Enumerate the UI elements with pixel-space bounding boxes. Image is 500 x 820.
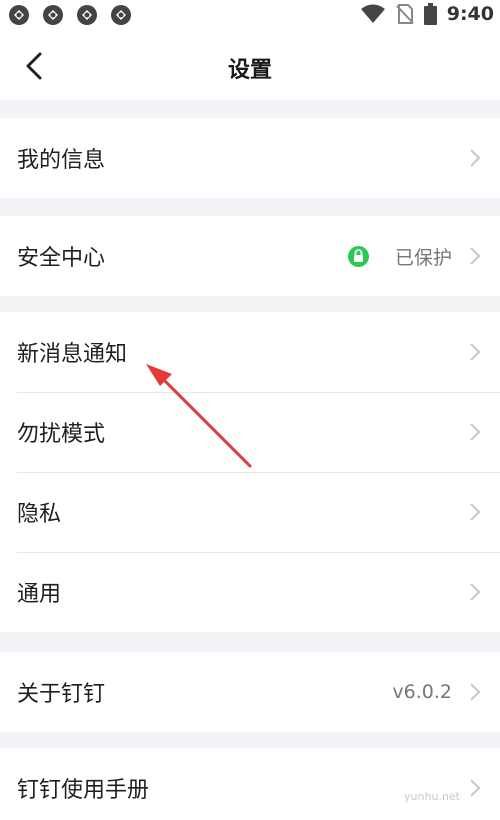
security-status: 已保护: [394, 246, 452, 269]
page-title: 设置: [227, 58, 272, 83]
nav-header: 设置: [0, 30, 500, 100]
item-label: 通用: [17, 582, 62, 607]
chevron-right-icon: [470, 779, 481, 797]
chevron-right-icon: [470, 423, 481, 441]
app-notification-icon: [111, 5, 131, 25]
item-label: 新消息通知: [17, 342, 128, 367]
system-status: 9:40: [360, 3, 494, 25]
status-bar: 9:40: [0, 0, 500, 30]
chevron-right-icon: [470, 583, 481, 601]
chevron-right-icon: [470, 149, 481, 167]
settings-item-do-not-disturb[interactable]: 勿扰模式: [0, 392, 500, 472]
settings-item-privacy[interactable]: 隐私: [0, 472, 500, 552]
app-notification-icon: [9, 5, 29, 25]
group-profile: 我的信息: [0, 118, 500, 198]
item-label: 隐私: [17, 502, 62, 527]
no-sim-icon: [396, 4, 414, 24]
chevron-right-icon: [470, 343, 481, 361]
app-notification-icon: [43, 5, 63, 25]
item-label: 关于钉钉: [17, 682, 106, 707]
settings-item-general[interactable]: 通用: [0, 552, 500, 632]
settings-item-my-info[interactable]: 我的信息: [0, 118, 500, 198]
settings-item-new-message-notification[interactable]: 新消息通知: [0, 312, 500, 392]
group-security: 安全中心 已保护: [0, 216, 500, 296]
watermark: yunhu.net: [404, 790, 460, 803]
settings-item-user-manual[interactable]: 钉钉使用手册: [0, 748, 500, 820]
group-help: 钉钉使用手册: [0, 748, 500, 820]
wifi-icon: [360, 4, 385, 23]
item-label: 钉钉使用手册: [17, 778, 150, 803]
chevron-right-icon: [470, 683, 481, 701]
app-version: v6.0.2: [392, 681, 452, 703]
chevron-right-icon: [470, 247, 481, 265]
item-label: 安全中心: [17, 246, 106, 271]
item-label: 勿扰模式: [17, 422, 106, 447]
settings-item-security-center[interactable]: 安全中心 已保护: [0, 216, 500, 296]
app-notification-icon: [77, 5, 97, 25]
notification-icons: [8, 4, 132, 26]
group-preferences: 新消息通知 勿扰模式 隐私 通用: [0, 312, 500, 632]
battery-icon: [423, 3, 437, 25]
chevron-right-icon: [470, 503, 481, 521]
shield-icon: [348, 246, 369, 267]
settings-item-about[interactable]: 关于钉钉 v6.0.2: [0, 652, 500, 732]
status-time: 9:40: [446, 3, 494, 25]
item-label: 我的信息: [17, 148, 106, 173]
group-about: 关于钉钉 v6.0.2: [0, 652, 500, 732]
